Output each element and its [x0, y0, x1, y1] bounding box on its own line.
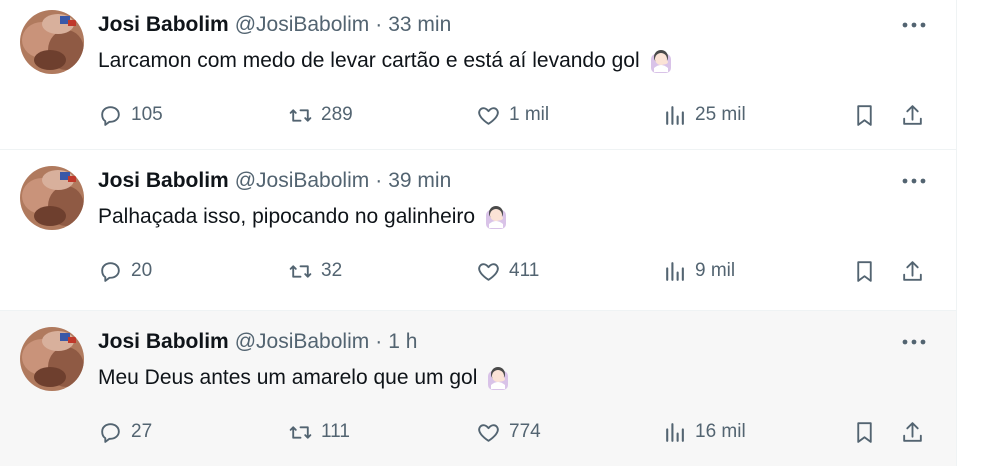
reply-count: 27: [131, 421, 153, 442]
like-icon: [478, 262, 499, 281]
user-handle[interactable]: @JosiBabolim: [235, 329, 370, 355]
more-icon[interactable]: [900, 14, 928, 36]
timeline: Josi Babolim @JosiBabolim · 33 min Larca…: [0, 0, 956, 466]
separator: ·: [375, 330, 383, 353]
tweet-text: Larcamon com medo de levar cartão e está…: [98, 47, 674, 75]
tweet-header: Josi Babolim @JosiBabolim · 39 min: [98, 168, 451, 194]
like-count: 411: [509, 260, 540, 281]
like-button[interactable]: 1 mil: [476, 99, 549, 131]
tweet-header: Josi Babolim @JosiBabolim · 1 h: [98, 329, 417, 355]
face-palm-emoji: [483, 204, 509, 230]
avatar[interactable]: [20, 10, 84, 74]
views-icon: [666, 105, 684, 125]
views-button[interactable]: 25 mil: [662, 99, 746, 131]
bookmark-button[interactable]: [852, 255, 877, 287]
tweet-text-content: Palhaçada isso, pipocando no galinheiro: [98, 205, 476, 228]
separator: ·: [375, 13, 383, 36]
retweet-count: 111: [321, 421, 350, 442]
action-bar: 20 32 411 9 mil: [98, 255, 938, 287]
bookmark-icon: [857, 260, 872, 282]
more-icon[interactable]: [900, 170, 928, 192]
retweet-icon: [289, 264, 312, 278]
share-button[interactable]: [900, 416, 925, 448]
tweet-text: Palhaçada isso, pipocando no galinheiro: [98, 203, 509, 231]
timestamp[interactable]: 1 h: [388, 329, 417, 355]
like-button[interactable]: 411: [476, 255, 539, 287]
display-name[interactable]: Josi Babolim: [98, 12, 229, 38]
retweet-count: 289: [321, 104, 353, 125]
tweet-3[interactable]: Josi Babolim @JosiBabolim · 1 h Meu Deus…: [0, 311, 956, 466]
views-button[interactable]: 9 mil: [662, 255, 735, 287]
more-icon[interactable]: [900, 331, 928, 353]
avatar[interactable]: [20, 327, 84, 391]
face-palm-emoji: [648, 48, 674, 74]
action-bar: 105 289 1 mil 25 mil: [98, 99, 938, 131]
views-icon: [666, 261, 684, 281]
share-button[interactable]: [900, 99, 925, 131]
share-icon: [903, 260, 922, 281]
reply-button[interactable]: 27: [98, 416, 152, 448]
tweet-2[interactable]: Josi Babolim @JosiBabolim · 39 min Palha…: [0, 150, 956, 311]
tweet-text: Meu Deus antes um amarelo que um gol: [98, 364, 511, 392]
bookmark-button[interactable]: [852, 99, 877, 131]
avatar[interactable]: [20, 166, 84, 230]
reply-count: 105: [131, 104, 163, 125]
like-count: 1 mil: [509, 104, 550, 125]
views-button[interactable]: 16 mil: [662, 416, 746, 448]
column-border: [956, 0, 957, 466]
reply-count: 20: [131, 260, 153, 281]
tweet-header: Josi Babolim @JosiBabolim · 33 min: [98, 12, 451, 38]
face-palm-emoji: [485, 365, 511, 391]
tweet-1[interactable]: Josi Babolim @JosiBabolim · 33 min Larca…: [0, 0, 956, 150]
retweet-icon: [289, 108, 312, 122]
like-icon: [478, 423, 499, 442]
like-button[interactable]: 774: [476, 416, 541, 448]
bookmark-button[interactable]: [852, 416, 877, 448]
display-name[interactable]: Josi Babolim: [98, 168, 229, 194]
tweet-text-content: Meu Deus antes um amarelo que um gol: [98, 366, 478, 389]
view-count: 9 mil: [695, 260, 736, 281]
share-icon: [903, 104, 922, 125]
user-handle[interactable]: @JosiBabolim: [235, 168, 370, 194]
bookmark-icon: [857, 421, 872, 443]
like-icon: [478, 106, 499, 125]
retweet-button[interactable]: 32: [288, 255, 342, 287]
view-count: 16 mil: [695, 421, 746, 442]
reply-icon: [101, 261, 120, 282]
retweet-icon: [289, 425, 312, 439]
action-bar: 27 111 774 16 mil: [98, 416, 938, 448]
reply-button[interactable]: 20: [98, 255, 152, 287]
timestamp[interactable]: 39 min: [388, 168, 451, 194]
bookmark-icon: [857, 104, 872, 126]
user-handle[interactable]: @JosiBabolim: [235, 12, 370, 38]
share-icon: [903, 421, 922, 442]
reply-icon: [101, 105, 120, 126]
like-count: 774: [509, 421, 541, 442]
view-count: 25 mil: [695, 104, 746, 125]
share-button[interactable]: [900, 255, 925, 287]
display-name[interactable]: Josi Babolim: [98, 329, 229, 355]
separator: ·: [375, 169, 383, 192]
retweet-button[interactable]: 289: [288, 99, 353, 131]
retweet-button[interactable]: 111: [288, 416, 350, 448]
timestamp[interactable]: 33 min: [388, 12, 451, 38]
views-icon: [666, 422, 684, 442]
reply-button[interactable]: 105: [98, 99, 163, 131]
reply-icon: [101, 422, 120, 443]
retweet-count: 32: [321, 260, 343, 281]
tweet-text-content: Larcamon com medo de levar cartão e está…: [98, 49, 640, 72]
